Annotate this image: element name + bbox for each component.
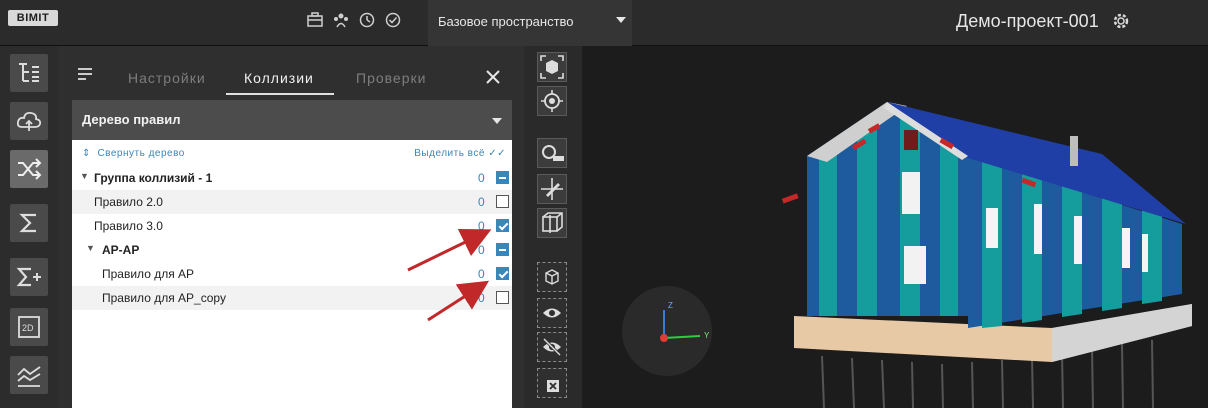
2d-drawing-button[interactable]: 2D xyxy=(10,308,48,346)
row-label: Группа коллизий - 1 xyxy=(94,171,213,185)
collapse-tree-label: Свернуть дерево xyxy=(97,148,185,159)
tree-row-group[interactable]: ▼ АР-АР 0 xyxy=(72,238,512,262)
target-button[interactable] xyxy=(537,86,567,116)
svg-text:2D: 2D xyxy=(22,323,34,333)
rule-tree: ⇕ Свернуть дерево Выделить всё ✓✓ ▼ Груп… xyxy=(72,140,512,408)
camera-ruler-icon xyxy=(542,145,564,161)
axis-icon: Z Y xyxy=(660,301,710,342)
tree-row-group[interactable]: ▼ Группа коллизий - 1 0 xyxy=(72,166,512,190)
row-checkbox[interactable] xyxy=(496,291,509,304)
section-plane-button[interactable] xyxy=(537,174,567,204)
cloud-button[interactable] xyxy=(10,102,48,140)
tab-settings[interactable]: Настройки xyxy=(128,70,206,86)
2d-icon: 2D xyxy=(18,316,40,338)
workspace-label: Базовое пространство xyxy=(438,14,574,29)
section-plane-icon xyxy=(541,178,563,200)
view-tools xyxy=(524,46,582,408)
tree-icon xyxy=(19,63,39,82)
section-box-icon xyxy=(542,212,563,233)
row-count: 0 xyxy=(478,171,485,185)
eye-icon xyxy=(543,308,561,318)
shuffle-icon xyxy=(18,158,42,180)
show-button[interactable] xyxy=(537,298,567,328)
rule-tree-dropdown[interactable]: Дерево правил xyxy=(72,100,512,140)
3d-viewport[interactable]: Z Y xyxy=(582,46,1208,408)
top-bar: BIMIT Базовое пространство Демо-проект-0… xyxy=(0,0,1208,46)
check-circle-icon[interactable] xyxy=(384,11,402,29)
collapse-tree-link[interactable]: ⇕ Свернуть дерево xyxy=(82,148,185,159)
sigma-icon xyxy=(19,213,36,233)
axis-gizmo[interactable]: Z Y xyxy=(622,286,712,376)
row-checkbox[interactable] xyxy=(496,243,509,256)
project-name: Демо-проект-001 xyxy=(956,11,1099,31)
clock-icon[interactable] xyxy=(358,11,376,29)
close-icon[interactable] xyxy=(486,70,500,84)
tree-row[interactable]: Правило 3.0 0 xyxy=(72,214,512,238)
chart-icon xyxy=(17,366,41,387)
chevron-down-icon xyxy=(616,17,626,23)
row-count: 0 xyxy=(478,243,485,257)
row-label: Правило для АР xyxy=(102,267,195,281)
row-count: 0 xyxy=(478,195,485,209)
row-label: Правило для АР_copy xyxy=(102,291,227,305)
axis-y-label: Y xyxy=(704,331,710,340)
workspace-selector[interactable]: Базовое пространство xyxy=(428,0,632,46)
row-label: Правило 2.0 xyxy=(94,195,163,209)
gear-icon[interactable] xyxy=(1111,11,1131,31)
row-checkbox[interactable] xyxy=(496,171,509,184)
row-checkbox[interactable] xyxy=(496,219,509,232)
caret-down-icon[interactable]: ▼ xyxy=(80,171,89,181)
tab-checks[interactable]: Проверки xyxy=(356,70,426,86)
fit-view-icon xyxy=(540,55,564,79)
clear-button[interactable] xyxy=(537,368,567,398)
sum-plus-button[interactable] xyxy=(10,258,48,296)
tree-row[interactable]: Правило для АР_copy 0 xyxy=(72,286,512,310)
eye-off-icon xyxy=(542,337,562,357)
row-checkbox[interactable] xyxy=(496,195,509,208)
hide-button[interactable] xyxy=(537,332,567,362)
axis-z-label: Z xyxy=(668,301,673,310)
row-checkbox[interactable] xyxy=(496,267,509,280)
chevron-down-icon xyxy=(492,118,502,124)
expand-collapse-icon: ⇕ xyxy=(82,148,91,159)
sigma-plus-icon xyxy=(16,267,41,287)
panel-tabs: Настройки Коллизии Проверки xyxy=(58,46,524,96)
users-icon[interactable] xyxy=(332,11,350,29)
sum-button[interactable] xyxy=(10,204,48,242)
isolate-button[interactable] xyxy=(537,262,567,292)
left-toolbar: 2D xyxy=(0,46,58,408)
chart-button[interactable] xyxy=(10,356,48,394)
caret-down-icon[interactable]: ▼ xyxy=(86,243,95,253)
briefcase-icon[interactable] xyxy=(306,11,324,29)
dropdown-label: Дерево правил xyxy=(82,112,181,127)
tree-row[interactable]: Правило для АР 0 xyxy=(72,262,512,286)
tree-row[interactable]: Правило 2.0 0 xyxy=(72,190,512,214)
section-box-button[interactable] xyxy=(537,208,567,238)
menu-icon[interactable] xyxy=(78,68,92,80)
collisions-button[interactable] xyxy=(10,150,48,188)
row-count: 0 xyxy=(478,219,485,233)
target-icon xyxy=(541,90,563,112)
row-count: 0 xyxy=(478,267,485,281)
select-all-link[interactable]: Выделить всё ✓✓ xyxy=(414,148,506,159)
fit-view-button[interactable] xyxy=(537,52,567,82)
active-tab-indicator xyxy=(226,93,334,95)
top-toolbar xyxy=(306,11,402,29)
tab-collisions[interactable]: Коллизии xyxy=(244,70,314,86)
row-label: Правило 3.0 xyxy=(94,219,163,233)
collisions-panel: Настройки Коллизии Проверки Дерево прави… xyxy=(58,46,524,408)
row-count: 0 xyxy=(478,291,485,305)
tree-structure-button[interactable] xyxy=(10,54,48,92)
measure-button[interactable] xyxy=(537,138,567,168)
double-check-icon: ✓✓ xyxy=(488,148,506,159)
cloud-icon xyxy=(16,111,42,131)
cube-icon xyxy=(545,269,559,285)
app-logo: BIMIT xyxy=(8,10,58,26)
close-box-icon xyxy=(547,380,559,392)
row-label: АР-АР xyxy=(102,243,140,257)
select-all-label: Выделить всё xyxy=(414,148,485,159)
